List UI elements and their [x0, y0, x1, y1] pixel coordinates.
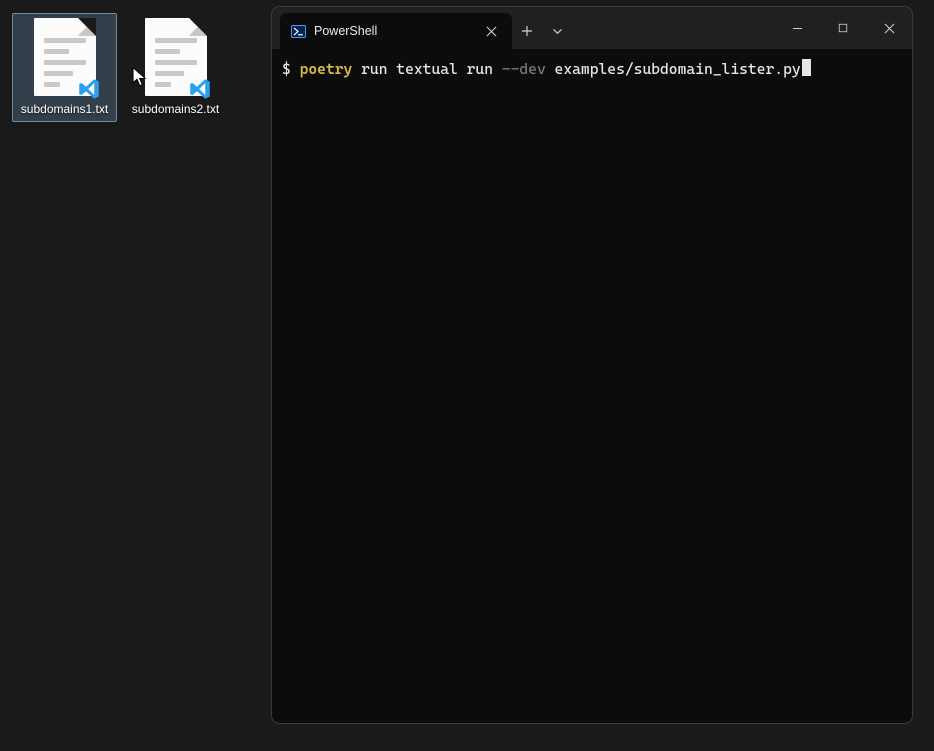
command-token: run	[361, 60, 387, 78]
file-label: subdomains1.txt	[21, 102, 108, 116]
file-label: subdomains2.txt	[132, 102, 219, 116]
minimize-button[interactable]	[774, 7, 820, 49]
vscode-badge-icon	[187, 76, 213, 102]
prompt-symbol: $	[282, 60, 291, 78]
vscode-badge-icon	[76, 76, 102, 102]
terminal-titlebar[interactable]: PowerShell	[272, 7, 912, 49]
new-tab-button[interactable]	[512, 16, 542, 46]
powershell-icon	[290, 23, 306, 39]
tab-powershell[interactable]: PowerShell	[280, 13, 512, 49]
tab-close-button[interactable]	[480, 20, 502, 42]
text-file-icon	[34, 18, 96, 96]
file-icon-subdomains1[interactable]: subdomains1.txt	[12, 13, 117, 122]
window-controls	[774, 7, 912, 49]
command-token: run	[467, 60, 493, 78]
tab-dropdown-button[interactable]	[542, 16, 572, 46]
command-flag: --dev	[502, 60, 546, 78]
terminal-window: PowerShell $ poetry run textual	[271, 6, 913, 724]
tab-title: PowerShell	[314, 24, 472, 38]
command-token: textual	[396, 60, 458, 78]
command-token: examples/subdomain_lister.py	[555, 60, 801, 78]
terminal-body[interactable]: $ poetry run textual run --dev examples/…	[272, 49, 912, 723]
file-icon-subdomains2[interactable]: subdomains2.txt	[123, 13, 228, 122]
desktop-area: subdomains1.txt subdomains2.txt	[12, 13, 228, 122]
maximize-button[interactable]	[820, 7, 866, 49]
command-token: poetry	[300, 60, 353, 78]
tab-actions	[512, 13, 572, 49]
terminal-caret-icon	[802, 59, 811, 76]
text-file-icon	[145, 18, 207, 96]
close-window-button[interactable]	[866, 7, 912, 49]
